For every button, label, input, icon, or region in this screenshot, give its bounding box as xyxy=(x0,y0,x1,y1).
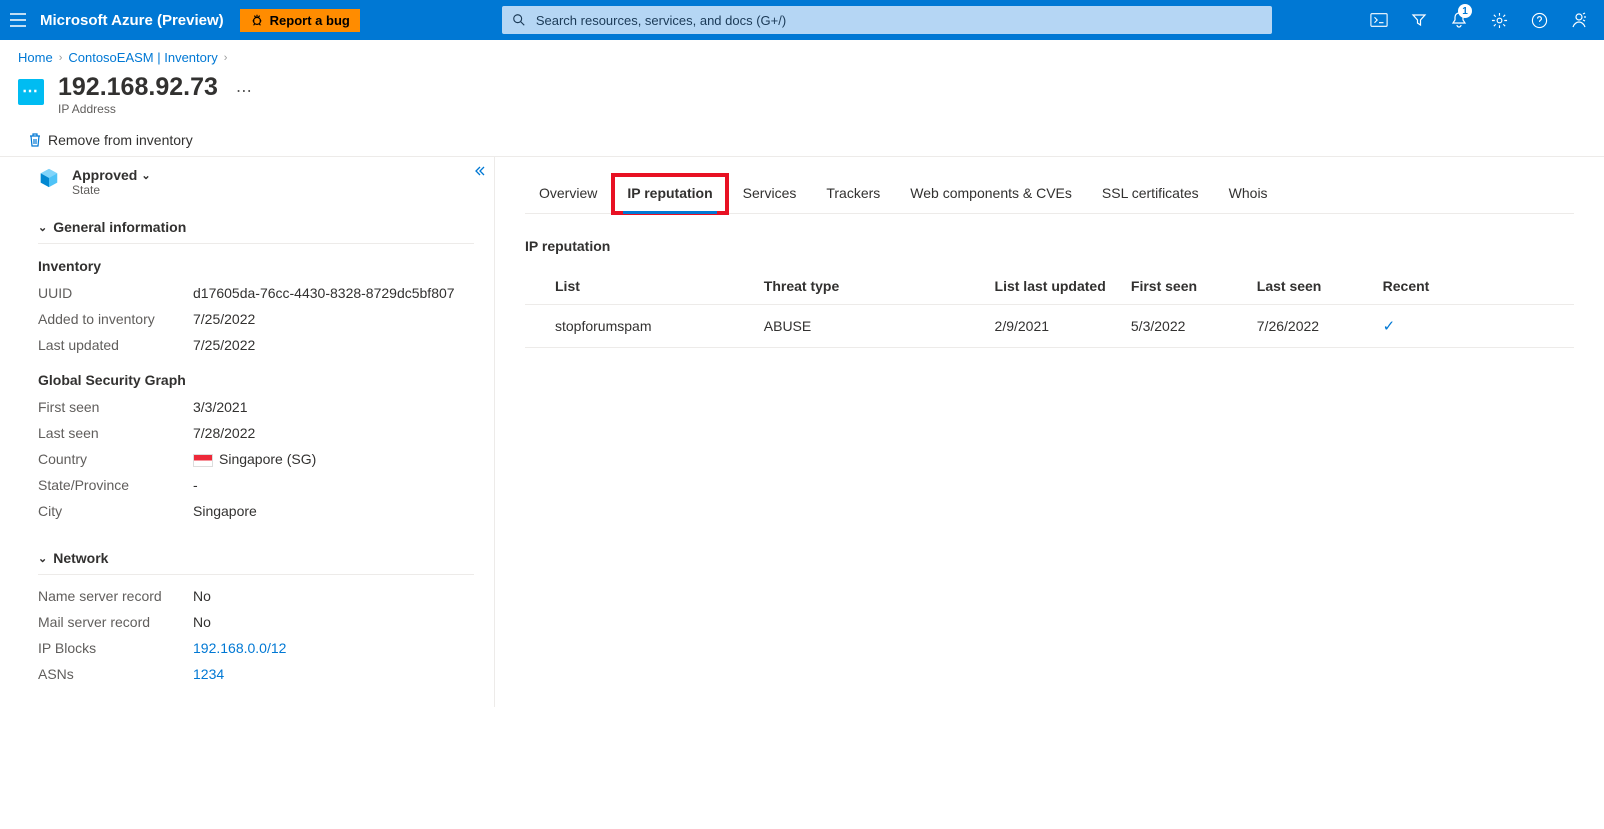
cell-updated: 2/9/2021 xyxy=(987,305,1123,348)
chevron-right-icon: › xyxy=(59,52,63,64)
uuid-value: d17605da-76cc-4430-8328-8729dc5bf807 xyxy=(193,285,474,301)
remove-label: Remove from inventory xyxy=(48,132,193,148)
col-threat: Threat type xyxy=(756,268,987,305)
ipblocks-value[interactable]: 192.168.0.0/12 xyxy=(193,640,474,656)
help-icon[interactable] xyxy=(1522,0,1556,40)
ns-label: Name server record xyxy=(38,588,193,604)
settings-icon[interactable] xyxy=(1482,0,1516,40)
breadcrumb: Home › ContosoEASM | Inventory › xyxy=(0,40,1604,69)
breadcrumb-home[interactable]: Home xyxy=(18,50,53,65)
added-label: Added to inventory xyxy=(38,311,193,327)
search-input[interactable] xyxy=(534,12,1262,29)
ip-reputation-table: List Threat type List last updated First… xyxy=(525,268,1574,348)
updated-value: 7/25/2022 xyxy=(193,337,474,353)
tab-ip-reputation[interactable]: IP reputation xyxy=(613,175,726,213)
remove-from-inventory-button[interactable]: Remove from inventory xyxy=(28,132,193,148)
country-value: Singapore (SG) xyxy=(193,451,474,467)
chevron-down-icon: ⌄ xyxy=(38,552,47,565)
mail-label: Mail server record xyxy=(38,614,193,630)
table-row[interactable]: stopforumspam ABUSE 2/9/2021 5/3/2022 7/… xyxy=(525,305,1574,348)
chevron-down-icon: ⌄ xyxy=(141,169,150,182)
state-value: Approved xyxy=(72,167,137,183)
city-label: City xyxy=(38,503,193,519)
notifications-icon[interactable]: 1 xyxy=(1442,0,1476,40)
section-network-label: Network xyxy=(53,550,108,566)
notification-count-badge: 1 xyxy=(1458,4,1472,18)
ip-reputation-title: IP reputation xyxy=(525,238,1574,254)
ipblocks-label: IP Blocks xyxy=(38,640,193,656)
state-sublabel: State xyxy=(72,183,151,197)
tab-trackers[interactable]: Trackers xyxy=(812,175,894,213)
updated-label: Last updated xyxy=(38,337,193,353)
tab-web-components[interactable]: Web components & CVEs xyxy=(896,175,1086,213)
firstseen-value: 3/3/2021 xyxy=(193,399,474,415)
ip-resource-icon: ⋯ xyxy=(18,79,44,105)
cell-first: 5/3/2022 xyxy=(1123,305,1249,348)
city-value: Singapore xyxy=(193,503,474,519)
section-general-label: General information xyxy=(53,219,186,235)
menu-icon[interactable] xyxy=(8,10,28,30)
cell-list: stopforumspam xyxy=(525,305,756,348)
col-list: List xyxy=(525,268,756,305)
tab-services[interactable]: Services xyxy=(729,175,811,213)
section-general-information[interactable]: ⌄ General information xyxy=(38,211,474,244)
lastseen-label: Last seen xyxy=(38,425,193,441)
detail-tabs: Overview IP reputation Services Trackers… xyxy=(525,175,1574,214)
global-search[interactable] xyxy=(502,6,1272,34)
cloud-shell-icon[interactable] xyxy=(1362,0,1396,40)
ns-value: No xyxy=(193,588,474,604)
col-recent: Recent xyxy=(1375,268,1574,305)
more-actions-icon[interactable]: ⋯ xyxy=(236,81,252,101)
country-label: Country xyxy=(38,451,193,467)
cell-last: 7/26/2022 xyxy=(1249,305,1375,348)
cell-recent: ✓ xyxy=(1375,305,1574,348)
section-network[interactable]: ⌄ Network xyxy=(38,542,474,575)
asns-label: ASNs xyxy=(38,666,193,682)
mail-value: No xyxy=(193,614,474,630)
feedback-icon[interactable] xyxy=(1562,0,1596,40)
state-dropdown[interactable]: Approved ⌄ xyxy=(72,167,151,183)
province-value: - xyxy=(193,477,474,493)
page-subtitle: IP Address xyxy=(58,102,218,116)
province-label: State/Province xyxy=(38,477,193,493)
col-updated: List last updated xyxy=(987,268,1123,305)
filter-icon[interactable] xyxy=(1402,0,1436,40)
chevron-right-icon: › xyxy=(224,52,228,64)
breadcrumb-inventory[interactable]: ContosoEASM | Inventory xyxy=(68,50,217,65)
asns-value[interactable]: 1234 xyxy=(193,666,474,682)
flag-sg-icon xyxy=(193,454,213,467)
firstseen-label: First seen xyxy=(38,399,193,415)
bug-icon xyxy=(250,13,264,27)
search-icon xyxy=(512,13,526,27)
chevron-down-icon: ⌄ xyxy=(38,221,47,234)
state-cube-icon xyxy=(38,167,62,191)
cell-threat: ABUSE xyxy=(756,305,987,348)
report-bug-button[interactable]: Report a bug xyxy=(240,9,360,32)
tab-ssl-certificates[interactable]: SSL certificates xyxy=(1088,175,1213,213)
report-bug-label: Report a bug xyxy=(270,13,350,28)
page-title: 192.168.92.73 xyxy=(58,73,218,102)
tab-whois[interactable]: Whois xyxy=(1215,175,1282,213)
uuid-label: UUID xyxy=(38,285,193,301)
col-first: First seen xyxy=(1123,268,1249,305)
subsection-inventory: Inventory xyxy=(38,258,474,274)
tab-overview[interactable]: Overview xyxy=(525,175,611,213)
subsection-gsg: Global Security Graph xyxy=(38,372,474,388)
trash-icon xyxy=(28,132,42,148)
added-value: 7/25/2022 xyxy=(193,311,474,327)
col-last: Last seen xyxy=(1249,268,1375,305)
lastseen-value: 7/28/2022 xyxy=(193,425,474,441)
check-icon: ✓ xyxy=(1383,318,1396,335)
collapse-pane-icon[interactable] xyxy=(474,165,486,177)
brand-label: Microsoft Azure (Preview) xyxy=(40,12,224,29)
